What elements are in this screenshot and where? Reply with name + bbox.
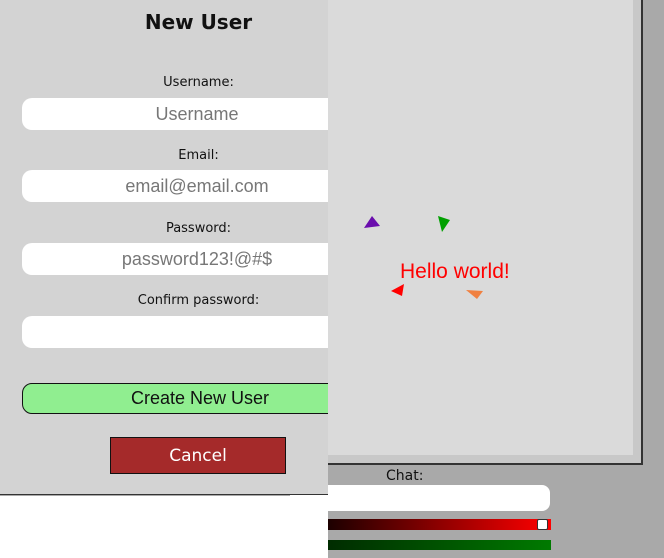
green-color-slider[interactable] — [300, 540, 551, 550]
player-purple-icon — [364, 216, 380, 228]
username-input[interactable] — [22, 98, 328, 130]
player-orange-icon — [466, 290, 483, 299]
create-new-user-button[interactable]: Create New User — [22, 383, 328, 414]
confirm-password-input[interactable] — [22, 316, 328, 348]
email-label: Email: — [178, 148, 219, 163]
game-border — [641, 0, 643, 465]
confirm-password-label: Confirm password: — [137, 293, 260, 308]
new-user-panel: New User Username: Email: Password: Conf… — [0, 0, 328, 495]
game-border — [328, 463, 643, 465]
player-red-icon — [391, 284, 404, 296]
password-input[interactable] — [22, 243, 328, 275]
username-label: Username: — [163, 75, 234, 90]
password-label: Password: — [165, 221, 232, 236]
game-frame-edge — [633, 0, 641, 455]
player-green-icon — [438, 216, 450, 232]
panel-footer-blank — [0, 496, 328, 558]
game-scene: Hello world! — [364, 216, 510, 299]
red-color-slider[interactable] — [300, 519, 551, 530]
red-slider-thumb[interactable] — [537, 519, 549, 530]
email-input[interactable] — [22, 170, 328, 202]
chat-input[interactable] — [290, 485, 550, 511]
game-message: Hello world! — [400, 260, 510, 283]
cancel-button[interactable]: Cancel — [110, 437, 286, 474]
chat-label: Chat: — [386, 468, 424, 484]
panel-title: New User — [144, 10, 253, 34]
new-user-form: New User Username: Email: Password: Conf… — [0, 0, 328, 495]
game-frame-edge — [328, 455, 641, 463]
app-page: Hello world! Chat: New User Username: Em… — [0, 0, 664, 558]
